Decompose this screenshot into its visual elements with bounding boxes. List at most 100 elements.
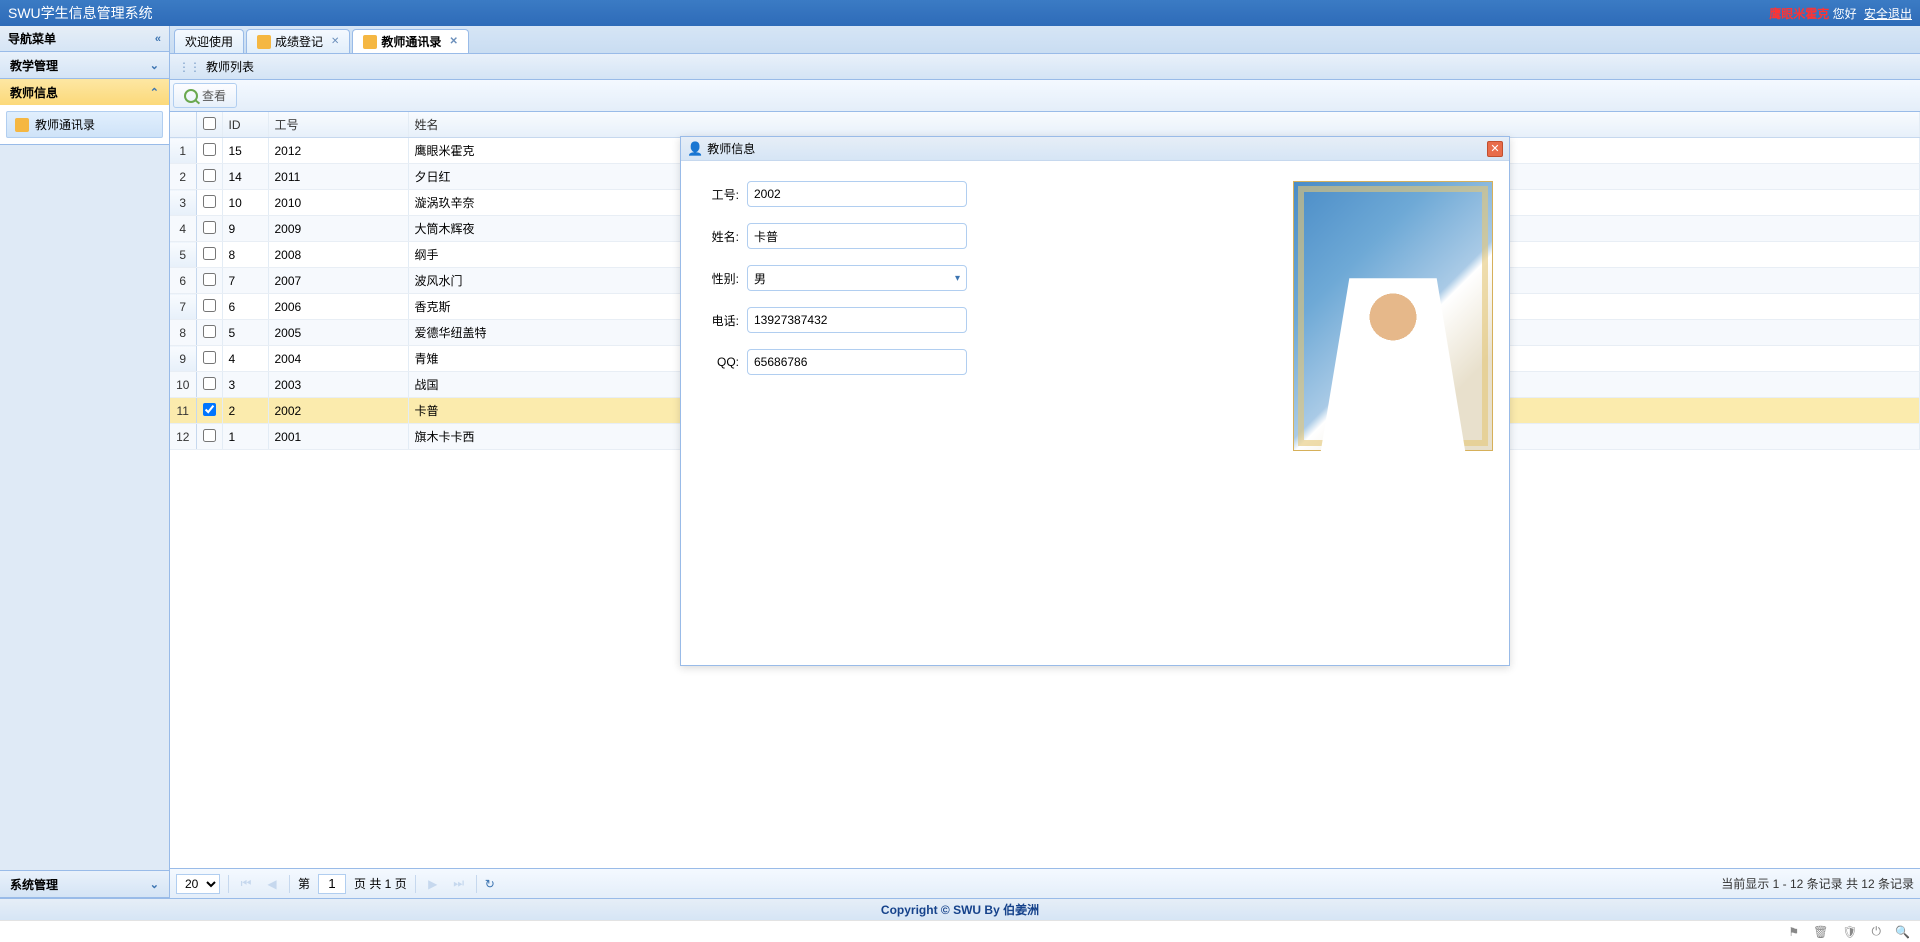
- input-name[interactable]: [747, 223, 967, 249]
- cell-number: 2001: [268, 424, 408, 450]
- row-number: 4: [170, 216, 196, 242]
- cell-number: 2007: [268, 268, 408, 294]
- row-checkbox[interactable]: [203, 351, 216, 364]
- row-number: 6: [170, 268, 196, 294]
- cell-number: 2006: [268, 294, 408, 320]
- accordion-teacher-info[interactable]: 教师信息 ⌃: [0, 79, 169, 105]
- row-checkbox[interactable]: [203, 221, 216, 234]
- app-title: SWU学生信息管理系统: [8, 3, 153, 23]
- row-number: 5: [170, 242, 196, 268]
- row-checkbox-cell[interactable]: [196, 320, 222, 346]
- sidebar-title: 导航菜单: [8, 30, 56, 47]
- row-checkbox[interactable]: [203, 273, 216, 286]
- row-checkbox-cell[interactable]: [196, 138, 222, 164]
- label-qq: QQ:: [697, 355, 747, 369]
- row-checkbox-cell[interactable]: [196, 164, 222, 190]
- col-checkbox-header[interactable]: [196, 112, 222, 138]
- label-gender: 性别:: [697, 270, 747, 287]
- view-button[interactable]: 查看: [173, 83, 237, 108]
- app-header: SWU学生信息管理系统 鹰眼米霍克 您好 安全退出: [0, 0, 1920, 26]
- cell-id: 14: [222, 164, 268, 190]
- dialog-header[interactable]: 👤 教师信息 ✕: [681, 137, 1509, 161]
- input-phone[interactable]: [747, 307, 967, 333]
- pager-prefix: 第: [298, 875, 310, 892]
- panel-title: 教师列表: [206, 58, 254, 75]
- row-checkbox[interactable]: [203, 403, 216, 416]
- tab-teacher-addressbook-close-icon[interactable]: ✕: [449, 36, 457, 47]
- page-size-select[interactable]: 20: [176, 874, 220, 894]
- pager-next-icon[interactable]: ▶: [424, 877, 442, 891]
- row-checkbox[interactable]: [203, 169, 216, 182]
- row-number: 11: [170, 398, 196, 424]
- row-checkbox-cell[interactable]: [196, 424, 222, 450]
- status-zoom-icon[interactable]: 🔍: [1895, 925, 1910, 939]
- label-name: 姓名:: [697, 228, 747, 245]
- pager-first-icon[interactable]: ⏮: [237, 876, 255, 891]
- row-checkbox-cell[interactable]: [196, 294, 222, 320]
- logout-link[interactable]: 安全退出: [1864, 7, 1912, 21]
- pager-refresh-icon[interactable]: ↻: [485, 877, 495, 891]
- card-icon: [15, 118, 29, 132]
- col-id[interactable]: ID: [222, 112, 268, 138]
- tab-welcome-label: 欢迎使用: [185, 33, 233, 50]
- main-area: 欢迎使用 成绩登记 ✕ 教师通讯录 ✕ ⋮⋮ 教师列表 查看: [170, 26, 1920, 898]
- cell-id: 9: [222, 216, 268, 242]
- dialog-close-button[interactable]: ✕: [1487, 141, 1503, 157]
- row-number: 10: [170, 372, 196, 398]
- cell-id: 2: [222, 398, 268, 424]
- row-checkbox-cell[interactable]: [196, 398, 222, 424]
- collapse-left-icon[interactable]: «: [155, 33, 161, 45]
- footer: Copyright © SWU By 伯姜洲: [0, 898, 1920, 920]
- row-checkbox[interactable]: [203, 299, 216, 312]
- chevron-down-icon: ⌄: [150, 59, 159, 72]
- header-right: 鹰眼米霍克 您好 安全退出: [1769, 5, 1912, 22]
- label-number: 工号:: [697, 186, 747, 203]
- row-number: 7: [170, 294, 196, 320]
- row-checkbox[interactable]: [203, 195, 216, 208]
- row-checkbox-cell[interactable]: [196, 268, 222, 294]
- row-checkbox[interactable]: [203, 247, 216, 260]
- row-checkbox[interactable]: [203, 429, 216, 442]
- chevron-down-icon: ▾: [955, 273, 960, 284]
- row-checkbox-cell[interactable]: [196, 216, 222, 242]
- pencil-icon: [257, 35, 271, 49]
- cell-id: 10: [222, 190, 268, 216]
- col-rownum: [170, 112, 196, 138]
- row-checkbox[interactable]: [203, 143, 216, 156]
- teacher-photo: [1293, 181, 1493, 451]
- toolbar: 查看: [170, 80, 1920, 112]
- row-checkbox-cell[interactable]: [196, 242, 222, 268]
- cell-id: 15: [222, 138, 268, 164]
- select-gender[interactable]: 男 ▾: [747, 265, 967, 291]
- tab-grades-close-icon[interactable]: ✕: [331, 36, 339, 47]
- cell-id: 1: [222, 424, 268, 450]
- row-checkbox[interactable]: [203, 325, 216, 338]
- row-checkbox-cell[interactable]: [196, 190, 222, 216]
- row-checkbox-cell[interactable]: [196, 372, 222, 398]
- pager-last-icon[interactable]: ⏭: [450, 876, 468, 891]
- tab-grades[interactable]: 成绩登记 ✕: [246, 29, 350, 53]
- tab-teacher-addressbook[interactable]: 教师通讯录 ✕: [352, 29, 468, 53]
- accordion-system[interactable]: 系统管理 ⌄: [0, 871, 169, 897]
- pager-page-input[interactable]: [318, 874, 346, 894]
- status-power-icon[interactable]: ⏻: [1872, 924, 1882, 939]
- cell-number: 2011: [268, 164, 408, 190]
- tab-teacher-addressbook-label: 教师通讯录: [381, 33, 441, 50]
- status-shield-icon[interactable]: 🛡: [1842, 925, 1857, 939]
- cell-number: 2008: [268, 242, 408, 268]
- input-number[interactable]: [747, 181, 967, 207]
- input-qq[interactable]: [747, 349, 967, 375]
- accordion-system-label: 系统管理: [10, 876, 58, 893]
- row-number: 2: [170, 164, 196, 190]
- status-trash-icon[interactable]: 🗑: [1813, 925, 1828, 939]
- row-checkbox[interactable]: [203, 377, 216, 390]
- row-checkbox-cell[interactable]: [196, 346, 222, 372]
- accordion-teaching[interactable]: 教学管理 ⌄: [0, 52, 169, 78]
- col-number[interactable]: 工号: [268, 112, 408, 138]
- col-name[interactable]: 姓名: [408, 112, 1920, 138]
- nav-teacher-addressbook[interactable]: 教师通讯录: [6, 111, 163, 138]
- tab-welcome[interactable]: 欢迎使用: [174, 29, 244, 53]
- status-flag-icon[interactable]: ⚑: [1788, 925, 1799, 939]
- pager-prev-icon[interactable]: ◀: [263, 877, 281, 891]
- row-number: 9: [170, 346, 196, 372]
